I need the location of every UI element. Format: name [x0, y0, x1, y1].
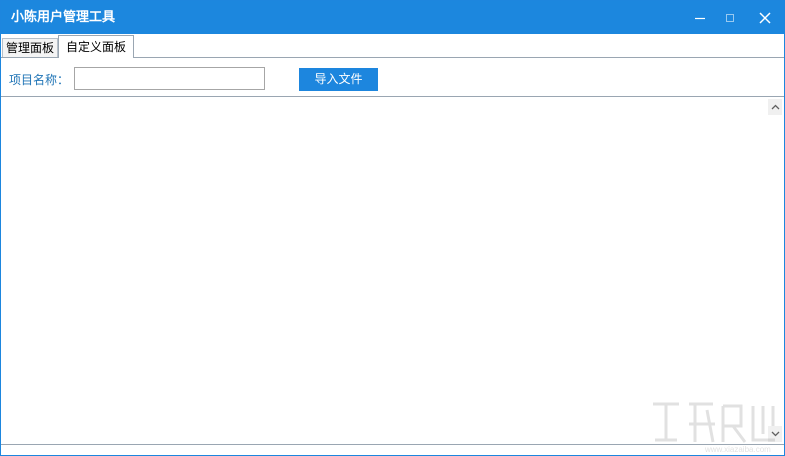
app-window: 小陈用户管理工具 管理面板 自定义面板 项目名称： 导入文件 www.xiaza… [0, 0, 785, 456]
maximize-icon [726, 13, 734, 22]
maximize-button[interactable] [714, 1, 746, 34]
import-file-button[interactable]: 导入文件 [299, 68, 378, 91]
project-name-input[interactable] [74, 67, 265, 90]
window-title: 小陈用户管理工具 [11, 10, 116, 25]
svg-text:www.xiazaiba.com: www.xiazaiba.com [704, 445, 771, 454]
chevron-up-icon [771, 104, 779, 110]
tab-custom-panel[interactable]: 自定义面板 [58, 35, 135, 58]
import-form: 项目名称： 导入文件 [1, 58, 784, 96]
minimize-button[interactable] [684, 1, 716, 34]
title-bar[interactable]: 小陈用户管理工具 [1, 1, 784, 34]
scroll-up-button[interactable] [768, 99, 782, 115]
minimize-icon [695, 17, 705, 19]
tab-manage-panel[interactable]: 管理面板 [2, 38, 59, 57]
close-button[interactable] [749, 1, 781, 34]
project-name-label: 项目名称： [9, 73, 70, 87]
close-icon [759, 11, 771, 24]
download-site-watermark-logo: www.xiazaiba.com [653, 402, 775, 454]
content-panel [1, 96, 784, 445]
vertical-scrollbar[interactable] [768, 97, 782, 444]
